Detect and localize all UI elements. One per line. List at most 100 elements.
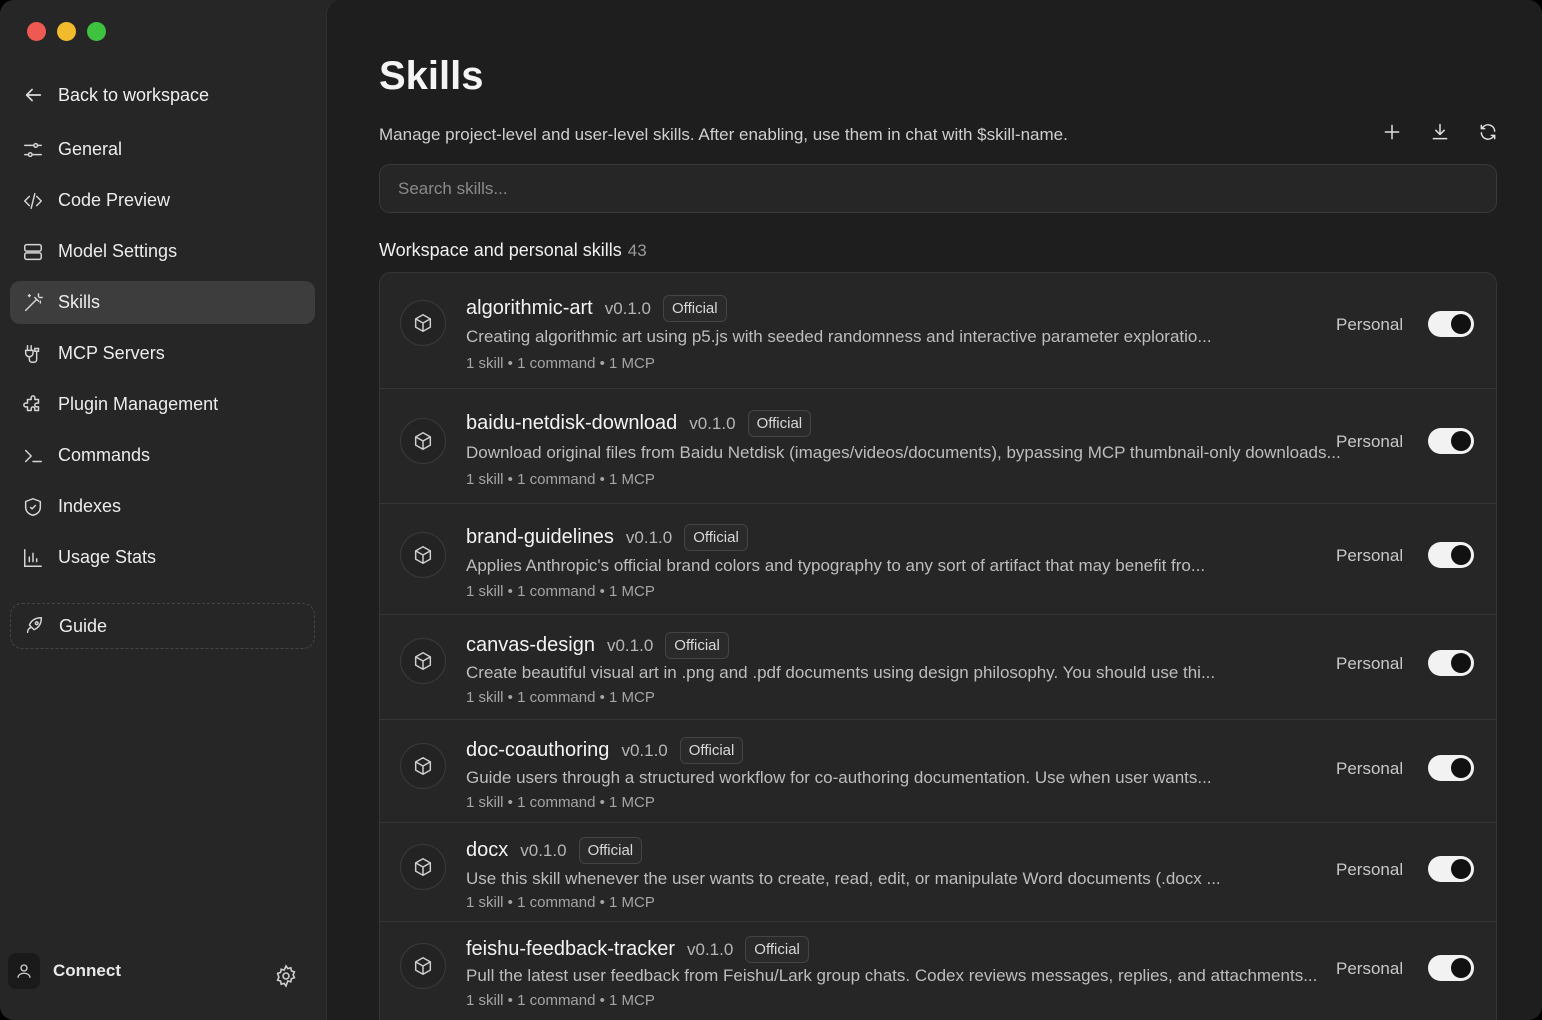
skill-name: canvas-design [466,634,595,656]
code-icon [24,192,42,209]
skill-meta: 1 skill • 1 command • 1 MCP [466,794,655,811]
skill-description: Guide users through a structured workflo… [466,768,1212,787]
enable-toggle[interactable] [1428,955,1474,981]
skill-meta: 1 skill • 1 command • 1 MCP [466,894,655,911]
official-badge: Official [745,936,809,963]
list-item[interactable]: algorithmic-art v0.1.0 Official Creating… [380,273,1496,389]
package-icon [400,418,446,464]
sidebar-item-skills[interactable]: Skills [10,281,315,324]
skill-meta: 1 skill • 1 command • 1 MCP [466,583,655,600]
skill-name: algorithmic-art [466,297,593,319]
sidebar-item-label: Model Settings [58,241,178,261]
sidebar-item-label: Skills [58,292,101,312]
skill-meta: 1 skill • 1 command • 1 MCP [466,689,655,706]
skill-version: v0.1.0 [625,527,673,547]
enable-toggle[interactable] [1428,542,1474,568]
official-badge: Official [663,295,727,322]
guide-label: Guide [59,615,108,636]
scope-label: Personal [1336,432,1404,451]
plug-icon [24,344,40,363]
enable-toggle[interactable] [1428,428,1474,454]
sidebar-item-label: Usage Stats [58,547,157,567]
skill-description: Creating algorithmic art using p5.js wit… [466,327,1212,346]
sidebar-item-indexes[interactable]: Indexes [10,485,315,528]
skill-version: v0.1.0 [604,298,652,318]
gear-icon[interactable] [274,964,298,988]
rocket-icon [26,617,43,634]
enable-toggle[interactable] [1428,755,1474,781]
skill-meta: 1 skill • 1 command • 1 MCP [466,992,655,1009]
avatar [8,953,40,989]
official-badge: Official [679,737,744,764]
list-item[interactable]: doc-coauthoring v0.1.0 Official Guide us… [380,720,1496,823]
sidebar-item-model-settings[interactable]: Model Settings [10,230,315,273]
sidebar-item-code-preview[interactable]: Code Preview [10,179,315,222]
scope-label: Personal [1336,860,1404,879]
skill-version: v0.1.0 [689,413,736,433]
skill-version: v0.1.0 [621,740,668,760]
app-window: Back to workspace General Code Preview M… [0,0,1542,1020]
skill-meta: 1 skill • 1 command • 1 MCP [466,471,655,488]
skill-description: Download original files from Baidu Netdi… [466,443,1341,462]
plus-icon[interactable] [1382,122,1402,142]
list-item[interactable]: canvas-design v0.1.0 Official Create bea… [380,615,1496,720]
enable-toggle[interactable] [1428,650,1474,676]
arrow-left-icon [25,88,42,102]
settings-nav: General Code Preview Model Settings Skil… [10,128,315,587]
sidebar-item-label: Code Preview [58,190,171,210]
magic-wand-icon [24,292,43,311]
sidebar-item-general[interactable]: General [10,128,315,171]
scope-label: Personal [1336,959,1404,978]
page-title: Skills [379,54,484,98]
scope-label: Personal [1336,759,1404,778]
skill-name: baidu-netdisk-download [466,412,678,434]
list-item[interactable]: docx v0.1.0 Official Use this skill when… [380,823,1496,922]
package-icon [400,844,446,890]
user-connect[interactable]: Connect [8,953,121,989]
package-icon [400,532,446,578]
close-window-button[interactable] [27,22,46,41]
toolbar [1382,122,1498,142]
minimize-window-button[interactable] [57,22,76,41]
user-icon [17,964,31,978]
refresh-icon[interactable] [1478,122,1498,142]
sidebar-item-commands[interactable]: Commands [10,434,315,477]
maximize-window-button[interactable] [87,22,106,41]
download-icon[interactable] [1430,122,1450,142]
official-badge: Official [578,837,643,864]
sidebar-item-label: General [58,139,123,159]
section-header: Workspace and personal skills 43 [379,240,647,261]
enable-toggle[interactable] [1428,311,1474,337]
package-icon [400,943,446,989]
skill-name: doc-coauthoring [466,739,610,761]
back-to-workspace-link[interactable]: Back to workspace [22,82,209,108]
sidebar-item-usage-stats[interactable]: Usage Stats [10,536,315,579]
package-icon [400,743,446,789]
page-subtitle: Manage project-level and user-level skil… [379,125,1068,144]
enable-toggle[interactable] [1428,856,1474,882]
list-item[interactable]: baidu-netdisk-download v0.1.0 Official D… [380,389,1496,504]
server-icon [24,243,42,260]
section-count: 43 [627,241,647,260]
skill-name: feishu-feedback-tracker [466,938,675,960]
skill-description: Pull the latest user feedback from Feish… [466,966,1318,985]
guide-button[interactable]: Guide [10,603,315,649]
scope-label: Personal [1336,546,1404,565]
list-item[interactable]: feishu-feedback-tracker v0.1.0 Official … [380,922,1496,1020]
skill-version: v0.1.0 [520,840,567,860]
main-panel: Skills Manage project-level and user-lev… [326,0,1542,1020]
skill-name: brand-guidelines [466,526,614,548]
sidebar-item-plugin-management[interactable]: Plugin Management [10,383,315,426]
sidebar-item-label: Commands [58,445,151,465]
list-item[interactable]: brand-guidelines v0.1.0 Official Applies… [380,504,1496,615]
skills-list: algorithmic-art v0.1.0 Official Creating… [379,272,1497,1020]
sidebar-item-mcp-servers[interactable]: MCP Servers [10,332,315,375]
connect-label: Connect [53,961,121,980]
package-icon [400,638,446,684]
package-icon [400,300,446,346]
window-controls [27,22,106,41]
terminal-icon [24,449,42,462]
skill-description: Create beautiful visual art in .png and … [466,663,1216,682]
skill-version: v0.1.0 [686,939,734,959]
search-input[interactable] [379,164,1497,213]
